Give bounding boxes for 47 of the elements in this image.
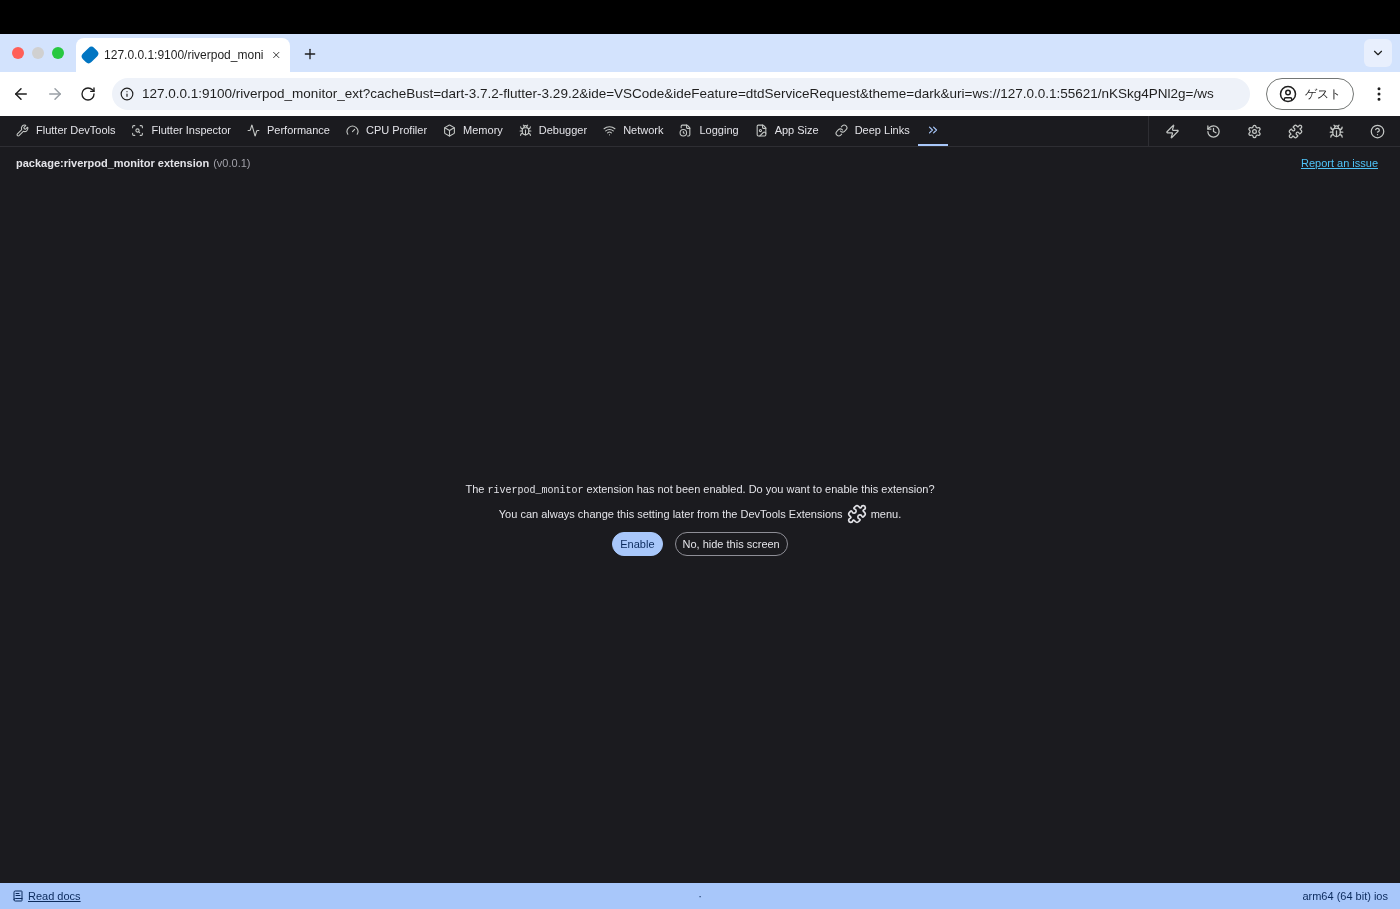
nav-tab[interactable]: CPU Profiler — [337, 116, 436, 146]
bug-icon[interactable] — [1329, 123, 1344, 139]
message-text: The riverpod_monitor extension has not been enabled. Do you want to enable this extension? — [465, 481, 935, 498]
link-icon — [834, 123, 848, 137]
back-icon[interactable] — [12, 85, 30, 103]
nav-tab[interactable]: Debugger — [510, 116, 596, 146]
package-title: package:riverpod_monitor extension — [16, 156, 210, 171]
bug-icon — [518, 123, 532, 137]
read-docs-link[interactable]: Read docs — [28, 887, 81, 905]
address-bar[interactable]: 127.0.0.1:9100/riverpod_monitor_ext?cacheBust=dart-3.7.2-flutter-3.29.2&ide=VSCode&ideFeature=dtdServiceRequest&theme=dark&uri=ws://127.0.0.1:55621/nKSkg4PNl2g=/ws — [112, 78, 1250, 110]
nav-tab[interactable]: Flutter DevTools — [8, 116, 124, 146]
gauge-icon — [345, 123, 359, 137]
enable-button[interactable]: Enable — [612, 531, 663, 556]
inspect-icon — [131, 123, 145, 137]
settings-icon[interactable] — [1247, 123, 1262, 139]
forward-icon[interactable] — [46, 85, 64, 103]
user-icon — [1279, 85, 1297, 103]
puzzle-icon[interactable] — [1288, 123, 1303, 139]
nav-tab[interactable]: Performance — [238, 116, 338, 146]
lightning-icon[interactable] — [1165, 123, 1180, 139]
nav-tab[interactable]: Memory — [435, 116, 511, 146]
signal-icon — [603, 123, 617, 137]
info-icon[interactable] — [120, 87, 134, 101]
pulse-icon — [246, 123, 260, 137]
tab-title: 127.0.0.1:9100/riverpod_moni — [104, 47, 264, 64]
cube-icon — [443, 123, 457, 137]
docs-icon — [12, 890, 24, 902]
nav-tab[interactable]: Flutter Inspector — [123, 116, 239, 146]
nav-tab[interactable]: Network — [595, 116, 672, 146]
tools-icon — [16, 123, 29, 137]
nav-tab[interactable]: App Size — [746, 116, 827, 146]
report-issue-link[interactable]: Report an issue — [1300, 155, 1378, 172]
help-icon[interactable] — [1370, 123, 1385, 139]
nav-tab[interactable]: Deep Links — [826, 116, 918, 146]
log-icon — [679, 123, 693, 137]
version-text: (v0.0.1) — [213, 156, 251, 171]
image-file-icon — [754, 123, 768, 137]
new-tab-icon[interactable] — [302, 46, 318, 62]
nav-tab[interactable]: Logging — [671, 116, 747, 146]
reload-icon[interactable] — [80, 86, 96, 102]
history-icon[interactable] — [1206, 123, 1221, 139]
device-text: arm64 (64 bit) ios — [1301, 888, 1388, 904]
puzzle-icon — [846, 503, 867, 524]
status-dot: · — [698, 888, 702, 904]
message-text: menu. — [870, 506, 902, 522]
message-text: You can always change this setting later from the DevTools Extensions — [498, 506, 843, 522]
browser-tab[interactable]: 127.0.0.1:9100/riverpod_moni — [76, 38, 290, 72]
